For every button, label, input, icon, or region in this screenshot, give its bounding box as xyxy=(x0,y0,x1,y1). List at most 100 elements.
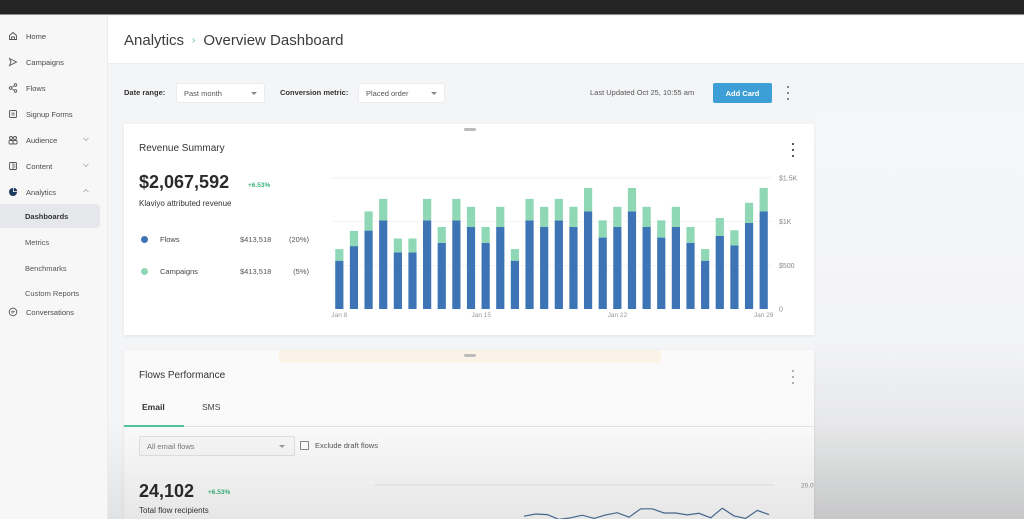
bar-campaigns[interactable] xyxy=(364,211,373,231)
sidebar-item-content[interactable]: Content xyxy=(0,154,108,178)
sidebar-item-audience[interactable]: Audience xyxy=(0,128,108,152)
add-card-button[interactable]: Add Card xyxy=(713,83,772,103)
bar-campaigns[interactable] xyxy=(627,187,637,212)
bar-campaigns[interactable] xyxy=(437,226,446,243)
bar-flows[interactable] xyxy=(393,252,402,309)
revenue-bar-chart: 0 $500 $1K $1.5K Jan 8 Jan 15 Jan 22 Jan 29 xyxy=(331,176,797,320)
bar-campaigns[interactable] xyxy=(715,217,724,236)
card-drag-handle[interactable] xyxy=(464,354,476,357)
sidebar-subitem-metrics[interactable]: Metrics xyxy=(0,230,100,254)
form-icon xyxy=(8,109,18,119)
conversion-metric-select[interactable]: Placed order xyxy=(358,83,445,103)
dashboard-more-options-icon[interactable] xyxy=(785,86,791,100)
sidebar-item-label: Conversations xyxy=(26,307,74,317)
bar-flows[interactable] xyxy=(466,226,476,309)
bar-flows[interactable] xyxy=(496,226,505,309)
bar-campaigns[interactable] xyxy=(730,230,739,246)
bar-campaigns[interactable] xyxy=(379,198,388,221)
date-range-label: Date range: xyxy=(124,88,166,97)
breadcrumb-analytics-link[interactable]: Analytics xyxy=(124,32,184,49)
legend-item-flows: Flows $413,518 (20%) xyxy=(141,233,321,245)
bar-campaigns[interactable] xyxy=(496,206,505,227)
bar-flows[interactable] xyxy=(627,211,637,309)
bar-campaigns[interactable] xyxy=(686,226,695,243)
flow-filter-select[interactable]: All email flows xyxy=(139,436,295,456)
bar-campaigns[interactable] xyxy=(466,206,476,227)
audience-icon xyxy=(8,135,18,145)
bar-flows[interactable] xyxy=(730,245,739,309)
bar-flows[interactable] xyxy=(701,260,710,309)
bar-campaigns[interactable] xyxy=(583,187,593,212)
sidebar-item-signup-forms[interactable]: Signup Forms xyxy=(0,102,108,126)
card-title: Revenue Summary xyxy=(139,143,225,154)
sidebar-item-home[interactable]: Home xyxy=(0,24,108,48)
date-range-select[interactable]: Past month xyxy=(176,83,265,103)
bar-campaigns[interactable] xyxy=(510,249,520,261)
bar-campaigns[interactable] xyxy=(525,198,534,221)
bar-flows[interactable] xyxy=(510,260,520,309)
bar-campaigns[interactable] xyxy=(349,230,359,247)
bar-flows[interactable] xyxy=(554,220,563,309)
bar-flows[interactable] xyxy=(686,242,695,309)
sidebar-item-conversations[interactable]: Conversations xyxy=(0,300,108,324)
bar-campaigns[interactable] xyxy=(540,206,549,227)
sidebar-item-flows[interactable]: Flows xyxy=(0,76,108,100)
bar-campaigns[interactable] xyxy=(335,249,344,261)
card-more-options-icon[interactable] xyxy=(790,370,796,384)
bar-flows[interactable] xyxy=(598,237,607,309)
bar-campaigns[interactable] xyxy=(598,220,607,238)
bar-flows[interactable] xyxy=(583,211,593,309)
bar-flows[interactable] xyxy=(481,242,490,309)
bar-flows[interactable] xyxy=(437,242,446,309)
x-tick-label: Jan 29 xyxy=(754,312,774,319)
last-updated-text: Last Updated Oct 25, 10:55 am xyxy=(590,88,695,97)
bar-campaigns[interactable] xyxy=(642,206,651,227)
bar-campaigns[interactable] xyxy=(744,202,754,223)
bar-flows[interactable] xyxy=(379,220,388,309)
bar-flows[interactable] xyxy=(642,226,651,309)
bar-flows[interactable] xyxy=(335,260,344,309)
tab-email[interactable]: Email xyxy=(142,402,165,412)
bar-campaigns[interactable] xyxy=(671,206,680,227)
bar-campaigns[interactable] xyxy=(657,220,666,238)
bar-flows[interactable] xyxy=(715,235,724,309)
card-more-options-icon[interactable] xyxy=(790,143,796,157)
bar-flows[interactable] xyxy=(408,252,417,309)
bar-flows[interactable] xyxy=(364,230,373,309)
bar-campaigns[interactable] xyxy=(452,198,461,221)
bar-campaigns[interactable] xyxy=(759,187,768,212)
sidebar-item-label: Signup Forms xyxy=(26,109,73,119)
sidebar-item-analytics[interactable]: Analytics xyxy=(0,180,108,204)
bar-flows[interactable] xyxy=(540,226,549,309)
card-drag-handle[interactable] xyxy=(464,128,476,131)
bar-campaigns[interactable] xyxy=(613,206,622,227)
sidebar-item-label: Benchmarks xyxy=(25,263,67,273)
bar-flows[interactable] xyxy=(671,226,680,309)
bar-flows[interactable] xyxy=(744,222,754,309)
bar-campaigns[interactable] xyxy=(481,226,490,243)
sidebar-subitem-dashboards[interactable]: Dashboards xyxy=(0,204,100,228)
bar-flows[interactable] xyxy=(613,226,622,309)
exclude-draft-flows-checkbox[interactable] xyxy=(300,441,309,450)
bar-flows[interactable] xyxy=(525,220,534,309)
bar-campaigns[interactable] xyxy=(554,198,563,221)
browser-top-bar xyxy=(0,0,1024,15)
bar-campaigns[interactable] xyxy=(701,249,710,261)
flows-performance-card: Flows Performance Email SMS All email fl… xyxy=(124,350,814,519)
tab-sms[interactable]: SMS xyxy=(202,402,220,412)
bar-flows[interactable] xyxy=(657,237,666,309)
bar-campaigns[interactable] xyxy=(408,238,417,253)
legend-percent: (20%) xyxy=(289,235,310,244)
content-icon xyxy=(8,161,18,171)
sidebar-item-campaigns[interactable]: Campaigns xyxy=(0,50,108,74)
bar-campaigns[interactable] xyxy=(569,206,578,227)
bar-flows[interactable] xyxy=(423,220,432,309)
bar-flows[interactable] xyxy=(759,211,768,309)
bar-campaigns[interactable] xyxy=(423,198,432,221)
bar-campaigns[interactable] xyxy=(393,238,402,253)
bar-flows[interactable] xyxy=(349,246,359,309)
bar-flows[interactable] xyxy=(452,220,461,309)
sidebar-subitem-benchmarks[interactable]: Benchmarks xyxy=(0,256,100,280)
legend-value: $413,518 xyxy=(240,235,272,244)
bar-flows[interactable] xyxy=(569,226,578,309)
